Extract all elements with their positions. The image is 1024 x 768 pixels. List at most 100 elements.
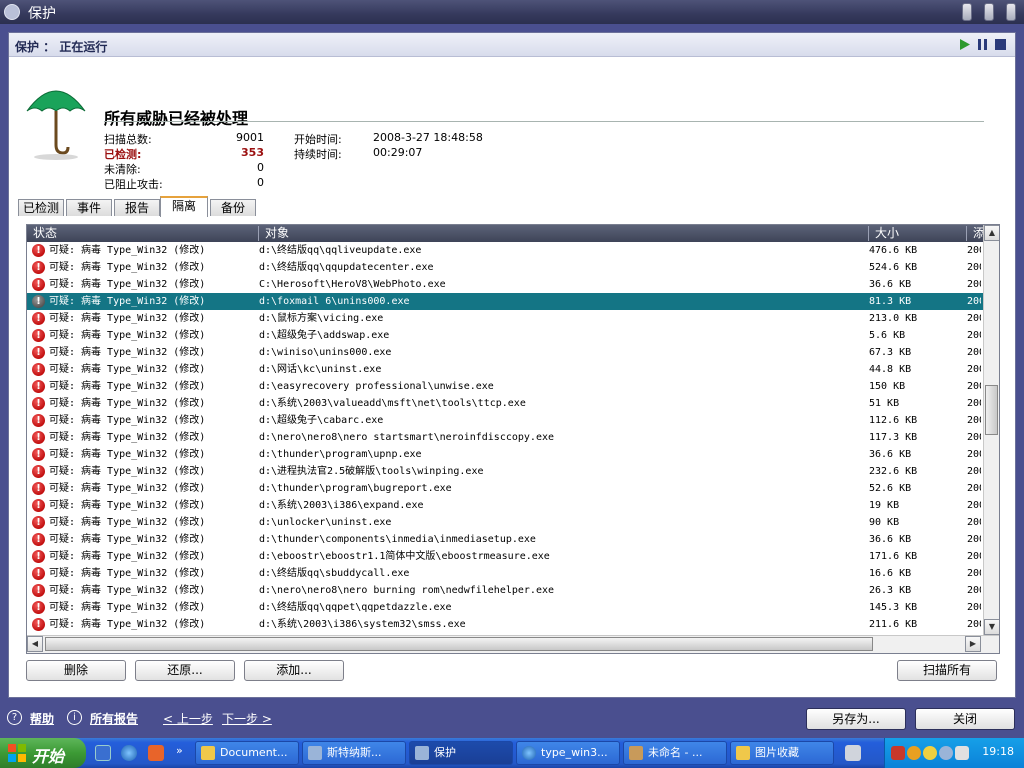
taskbar-item-stenas[interactable]: 斯特纳斯... xyxy=(302,741,406,765)
row-date: 200 xyxy=(967,432,981,443)
eye-icon xyxy=(308,746,322,760)
scroll-down-icon[interactable]: ▼ xyxy=(984,619,999,635)
table-row[interactable]: ! 可疑: 病毒 Type_Win32 (修改) d:\nero\nero8\ner… xyxy=(27,429,983,446)
table-row[interactable]: ! 可疑: 病毒 Type_Win32 (修改) d:\鼠标方案\vicing.ex… xyxy=(27,310,983,327)
warning-icon: ! xyxy=(32,499,45,512)
quarantine-list[interactable]: 状态 对象 大小 添 ! 可疑: 病毒 Type_Win32 (修改) d:\终结版… xyxy=(26,224,1000,654)
row-object: d:\系统\2003\i386\expand.exe xyxy=(259,500,424,511)
tray-smiley-icon[interactable] xyxy=(923,746,937,760)
row-status: 可疑: 病毒 Type_Win32 (修改) xyxy=(49,551,206,562)
table-row[interactable]: ! 可疑: 病毒 Type_Win32 (修改) d:\eboostr\eboost… xyxy=(27,548,983,565)
close-window-button[interactable] xyxy=(1006,3,1016,21)
table-row[interactable]: ! 可疑: 病毒 Type_Win32 (修改) d:\thunder\compon… xyxy=(27,531,983,548)
scan-all-button[interactable]: 扫描所有 xyxy=(897,660,997,681)
pause-icon[interactable] xyxy=(977,39,988,50)
column-status[interactable]: 状态 xyxy=(27,226,259,241)
table-row[interactable]: ! 可疑: 病毒 Type_Win32 (修改) d:\系统\2003\i386\s… xyxy=(27,616,983,633)
save-as-button[interactable]: 另存为... xyxy=(806,708,906,730)
prev-step-link[interactable]: < 上一步 xyxy=(163,710,213,727)
row-object: d:\终结版qq\sbuddycall.exe xyxy=(259,568,410,579)
row-status: 可疑: 病毒 Type_Win32 (修改) xyxy=(49,432,206,443)
close-button[interactable]: 关闭 xyxy=(915,708,1015,730)
taskbar-item-documents[interactable]: Document... xyxy=(195,741,299,765)
column-object[interactable]: 对象 xyxy=(259,226,869,241)
column-header: 状态 对象 大小 添 xyxy=(27,225,985,242)
table-row[interactable]: ! 可疑: 病毒 Type_Win32 (修改) d:\foxmail 6\unin… xyxy=(27,293,983,310)
table-row[interactable]: ! 可疑: 病毒 Type_Win32 (修改) d:\网话\kc\uninst.e… xyxy=(27,361,983,378)
help-link[interactable]: 帮助 xyxy=(30,710,54,727)
row-date: 200 xyxy=(967,364,981,375)
taskbar-group-icon[interactable] xyxy=(845,745,861,761)
scroll-left-icon[interactable]: ◀ xyxy=(27,636,43,652)
stat-label-scanned: 扫描总数: xyxy=(104,133,152,146)
paint-icon xyxy=(629,746,643,760)
add-button[interactable]: 添加... xyxy=(244,660,344,681)
tab-detected[interactable]: 已检测 xyxy=(18,199,64,216)
tray-volume-icon[interactable] xyxy=(955,746,969,760)
start-button[interactable]: 开始 xyxy=(0,738,86,768)
table-row[interactable]: ! 可疑: 病毒 Type_Win32 (修改) C:\Herosoft\HeroV… xyxy=(27,276,983,293)
warning-icon: ! xyxy=(32,346,45,359)
play-icon[interactable] xyxy=(959,39,970,50)
table-row[interactable]: ! 可疑: 病毒 Type_Win32 (修改) d:\unlocker\unins… xyxy=(27,514,983,531)
table-row[interactable]: ! 可疑: 病毒 Type_Win32 (修改) d:\终结版qq\qqliveup… xyxy=(27,242,983,259)
table-row[interactable]: ! 可疑: 病毒 Type_Win32 (修改) d:\easyrecovery p… xyxy=(27,378,983,395)
table-row[interactable]: ! 可疑: 病毒 Type_Win32 (修改) d:\系统\2003\valuea… xyxy=(27,395,983,412)
table-row[interactable]: ! 可疑: 病毒 Type_Win32 (修改) d:\超级兔子\cabarc.ex… xyxy=(27,412,983,429)
info-icon[interactable]: i xyxy=(67,710,82,725)
table-row[interactable]: ! 可疑: 病毒 Type_Win32 (修改) d:\超级兔子\addswap.e… xyxy=(27,327,983,344)
tray-app-icon[interactable] xyxy=(891,746,905,760)
help-icon[interactable]: ? xyxy=(7,710,22,725)
horizontal-scrollbar[interactable]: ◀ ▶ xyxy=(27,635,999,653)
taskbar-item-untitled[interactable]: 未命名 - ... xyxy=(623,741,727,765)
app-quicklaunch-icon[interactable] xyxy=(148,745,164,761)
taskbar-item-type-win32[interactable]: type_win3... xyxy=(516,741,620,765)
row-size: 150 KB xyxy=(869,381,906,392)
table-row[interactable]: ! 可疑: 病毒 Type_Win32 (修改) d:\进程执法官2.5破解版\to… xyxy=(27,463,983,480)
tray-eye-icon[interactable] xyxy=(939,746,953,760)
table-row[interactable]: ! 可疑: 病毒 Type_Win32 (修改) d:\终结版qq\qqpet\qq… xyxy=(27,599,983,616)
tab-events[interactable]: 事件 xyxy=(66,199,112,216)
row-status: 可疑: 病毒 Type_Win32 (修改) xyxy=(49,568,206,579)
warning-icon: ! xyxy=(32,516,45,529)
row-object: d:\网话\kc\uninst.exe xyxy=(259,364,382,375)
column-date[interactable]: 添 xyxy=(967,226,985,241)
scroll-up-icon[interactable]: ▲ xyxy=(984,225,999,241)
next-step-link[interactable]: 下一步 > xyxy=(222,710,272,727)
browser-icon[interactable] xyxy=(121,745,137,761)
vertical-scroll-thumb[interactable] xyxy=(985,385,998,435)
all-reports-link[interactable]: 所有报告 xyxy=(90,710,138,727)
minimize-button[interactable] xyxy=(962,3,972,21)
taskbar: 开始 » Document... 斯特纳斯... 保护 type_win3...… xyxy=(0,738,1024,768)
app-icon[interactable] xyxy=(4,4,20,20)
horizontal-scroll-thumb[interactable] xyxy=(45,637,873,651)
restore-button[interactable]: 还原... xyxy=(135,660,235,681)
tab-quarantine[interactable]: 隔离 xyxy=(160,196,208,217)
table-row[interactable]: ! 可疑: 病毒 Type_Win32 (修改) d:\thunder\progra… xyxy=(27,446,983,463)
row-date: 200 xyxy=(967,500,981,511)
table-row[interactable]: ! 可疑: 病毒 Type_Win32 (修改) d:\nero\nero8\ner… xyxy=(27,582,983,599)
stop-icon[interactable] xyxy=(995,39,1006,50)
delete-button[interactable]: 删除 xyxy=(26,660,126,681)
column-size[interactable]: 大小 xyxy=(869,226,967,241)
table-row[interactable]: ! 可疑: 病毒 Type_Win32 (修改) d:\终结版qq\sbuddyca… xyxy=(27,565,983,582)
tab-backup[interactable]: 备份 xyxy=(210,199,256,216)
taskbar-item-protection[interactable]: 保护 xyxy=(409,741,513,765)
expand-quicklaunch-icon[interactable]: » xyxy=(176,744,183,757)
show-desktop-icon[interactable] xyxy=(95,745,111,761)
tray-app-icon[interactable] xyxy=(907,746,921,760)
table-row[interactable]: ! 可疑: 病毒 Type_Win32 (修改) d:\系统\2003\i386\e… xyxy=(27,497,983,514)
maximize-button[interactable] xyxy=(984,3,994,21)
title-bar[interactable]: 保护 xyxy=(0,0,1024,24)
scroll-right-icon[interactable]: ▶ xyxy=(965,636,981,652)
tab-reports[interactable]: 报告 xyxy=(114,199,160,216)
vertical-scrollbar[interactable]: ▲ ▼ xyxy=(983,225,999,635)
row-status: 可疑: 病毒 Type_Win32 (修改) xyxy=(49,585,206,596)
table-row[interactable]: ! 可疑: 病毒 Type_Win32 (修改) d:\thunder\progra… xyxy=(27,480,983,497)
row-object: d:\超级兔子\cabarc.exe xyxy=(259,415,384,426)
table-row[interactable]: ! 可疑: 病毒 Type_Win32 (修改) d:\winiso\unins00… xyxy=(27,344,983,361)
folder-icon xyxy=(201,746,215,760)
table-row[interactable]: ! 可疑: 病毒 Type_Win32 (修改) d:\终结版qq\qqupdate… xyxy=(27,259,983,276)
stat-label-blocked: 已阻止攻击: xyxy=(104,178,163,191)
taskbar-item-pictures[interactable]: 图片收藏 xyxy=(730,741,834,765)
